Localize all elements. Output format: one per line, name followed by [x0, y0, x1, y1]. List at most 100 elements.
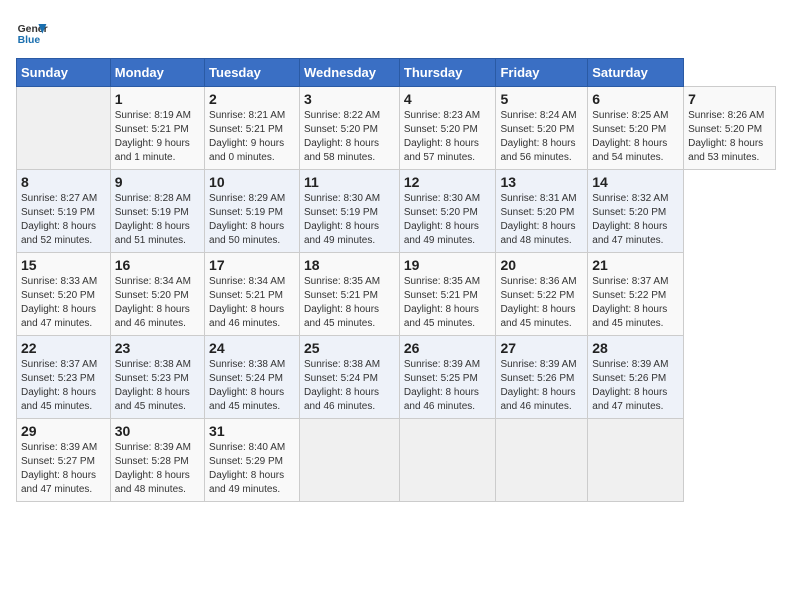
day-number: 18	[304, 257, 395, 273]
day-cell: 1 Sunrise: 8:19 AM Sunset: 5:21 PM Daylig…	[110, 87, 204, 170]
day-cell	[496, 419, 588, 502]
day-cell: 17 Sunrise: 8:34 AM Sunset: 5:21 PM Dayli…	[205, 253, 300, 336]
day-number: 5	[500, 91, 583, 107]
day-number: 10	[209, 174, 295, 190]
day-number: 26	[404, 340, 492, 356]
day-cell	[588, 419, 684, 502]
day-number: 1	[115, 91, 200, 107]
day-cell: 11 Sunrise: 8:30 AM Sunset: 5:19 PM Dayli…	[299, 170, 399, 253]
day-info: Sunrise: 8:25 AM Sunset: 5:20 PM Dayligh…	[592, 109, 679, 165]
day-cell: 23Sunrise: 8:38 AM Sunset: 5:23 PM Dayli…	[110, 336, 204, 419]
day-cell: 10 Sunrise: 8:29 AM Sunset: 5:19 PM Dayli…	[205, 170, 300, 253]
day-info: Sunrise: 8:21 AM Sunset: 5:21 PM Dayligh…	[209, 109, 295, 165]
column-header-saturday: Saturday	[588, 59, 684, 87]
day-info: Sunrise: 8:40 AM Sunset: 5:29 PM Dayligh…	[209, 441, 295, 497]
week-row-5: 29Sunrise: 8:39 AM Sunset: 5:27 PM Dayli…	[17, 419, 776, 502]
day-cell: 13Sunrise: 8:31 AM Sunset: 5:20 PM Dayli…	[496, 170, 588, 253]
day-number: 29	[21, 423, 106, 439]
day-cell: 14 Sunrise: 8:32 AM Sunset: 5:20 PM Dayli…	[588, 170, 684, 253]
day-info: Sunrise: 8:38 AM Sunset: 5:24 PM Dayligh…	[209, 358, 295, 414]
day-number: 2	[209, 91, 295, 107]
day-number: 15	[21, 257, 106, 273]
day-cell: 25Sunrise: 8:38 AM Sunset: 5:24 PM Dayli…	[299, 336, 399, 419]
day-info: Sunrise: 8:35 AM Sunset: 5:21 PM Dayligh…	[304, 275, 395, 331]
day-cell: 18 Sunrise: 8:35 AM Sunset: 5:21 PM Dayli…	[299, 253, 399, 336]
header-row: SundayMondayTuesdayWednesdayThursdayFrid…	[17, 59, 776, 87]
day-info: Sunrise: 8:35 AM Sunset: 5:21 PM Dayligh…	[404, 275, 492, 331]
day-info: Sunrise: 8:30 AM Sunset: 5:19 PM Dayligh…	[304, 192, 395, 248]
logo-icon: General Blue	[16, 16, 48, 48]
day-info: Sunrise: 8:38 AM Sunset: 5:23 PM Dayligh…	[115, 358, 200, 414]
day-info: Sunrise: 8:39 AM Sunset: 5:26 PM Dayligh…	[592, 358, 679, 414]
day-number: 31	[209, 423, 295, 439]
day-cell: 16 Sunrise: 8:34 AM Sunset: 5:20 PM Dayli…	[110, 253, 204, 336]
day-number: 17	[209, 257, 295, 273]
day-cell: 24 Sunrise: 8:38 AM Sunset: 5:24 PM Dayli…	[205, 336, 300, 419]
day-number: 9	[115, 174, 200, 190]
column-header-thursday: Thursday	[399, 59, 496, 87]
day-cell: 21Sunrise: 8:37 AM Sunset: 5:22 PM Dayli…	[588, 253, 684, 336]
day-cell: 22 Sunrise: 8:37 AM Sunset: 5:23 PM Dayli…	[17, 336, 111, 419]
day-number: 16	[115, 257, 200, 273]
day-cell	[299, 419, 399, 502]
day-cell: 30 Sunrise: 8:39 AM Sunset: 5:28 PM Dayli…	[110, 419, 204, 502]
day-number: 7	[688, 91, 771, 107]
column-header-tuesday: Tuesday	[205, 59, 300, 87]
day-info: Sunrise: 8:24 AM Sunset: 5:20 PM Dayligh…	[500, 109, 583, 165]
week-row-2: 8 Sunrise: 8:27 AM Sunset: 5:19 PM Daylig…	[17, 170, 776, 253]
day-info: Sunrise: 8:39 AM Sunset: 5:28 PM Dayligh…	[115, 441, 200, 497]
day-info: Sunrise: 8:29 AM Sunset: 5:19 PM Dayligh…	[209, 192, 295, 248]
day-number: 14	[592, 174, 679, 190]
day-info: Sunrise: 8:23 AM Sunset: 5:20 PM Dayligh…	[404, 109, 492, 165]
svg-text:Blue: Blue	[18, 35, 41, 46]
day-cell: 15 Sunrise: 8:33 AM Sunset: 5:20 PM Dayli…	[17, 253, 111, 336]
day-number: 22	[21, 340, 106, 356]
day-cell: 12 Sunrise: 8:30 AM Sunset: 5:20 PM Dayli…	[399, 170, 496, 253]
day-number: 12	[404, 174, 492, 190]
day-cell: 8 Sunrise: 8:27 AM Sunset: 5:19 PM Daylig…	[17, 170, 111, 253]
day-cell: 27Sunrise: 8:39 AM Sunset: 5:26 PM Dayli…	[496, 336, 588, 419]
calendar-table: SundayMondayTuesdayWednesdayThursdayFrid…	[16, 58, 776, 502]
day-cell: 5 Sunrise: 8:24 AM Sunset: 5:20 PM Daylig…	[496, 87, 588, 170]
day-cell: 9Sunrise: 8:28 AM Sunset: 5:19 PM Daylig…	[110, 170, 204, 253]
day-cell: 29Sunrise: 8:39 AM Sunset: 5:27 PM Dayli…	[17, 419, 111, 502]
column-header-sunday: Sunday	[17, 59, 111, 87]
day-number: 20	[500, 257, 583, 273]
day-info: Sunrise: 8:19 AM Sunset: 5:21 PM Dayligh…	[115, 109, 200, 165]
column-header-friday: Friday	[496, 59, 588, 87]
day-number: 11	[304, 174, 395, 190]
day-cell: 31 Sunrise: 8:40 AM Sunset: 5:29 PM Dayli…	[205, 419, 300, 502]
day-info: Sunrise: 8:30 AM Sunset: 5:20 PM Dayligh…	[404, 192, 492, 248]
week-row-3: 15 Sunrise: 8:33 AM Sunset: 5:20 PM Dayli…	[17, 253, 776, 336]
day-number: 4	[404, 91, 492, 107]
day-cell: 2 Sunrise: 8:21 AM Sunset: 5:21 PM Daylig…	[205, 87, 300, 170]
day-number: 6	[592, 91, 679, 107]
day-info: Sunrise: 8:37 AM Sunset: 5:23 PM Dayligh…	[21, 358, 106, 414]
week-row-1: 1 Sunrise: 8:19 AM Sunset: 5:21 PM Daylig…	[17, 87, 776, 170]
day-info: Sunrise: 8:34 AM Sunset: 5:20 PM Dayligh…	[115, 275, 200, 331]
day-cell	[399, 419, 496, 502]
column-header-wednesday: Wednesday	[299, 59, 399, 87]
logo: General Blue	[16, 16, 50, 48]
day-number: 27	[500, 340, 583, 356]
day-info: Sunrise: 8:38 AM Sunset: 5:24 PM Dayligh…	[304, 358, 395, 414]
day-number: 24	[209, 340, 295, 356]
day-info: Sunrise: 8:37 AM Sunset: 5:22 PM Dayligh…	[592, 275, 679, 331]
day-cell: 6 Sunrise: 8:25 AM Sunset: 5:20 PM Daylig…	[588, 87, 684, 170]
day-number: 8	[21, 174, 106, 190]
day-number: 30	[115, 423, 200, 439]
day-info: Sunrise: 8:26 AM Sunset: 5:20 PM Dayligh…	[688, 109, 771, 165]
week-row-4: 22 Sunrise: 8:37 AM Sunset: 5:23 PM Dayli…	[17, 336, 776, 419]
day-cell: 26 Sunrise: 8:39 AM Sunset: 5:25 PM Dayli…	[399, 336, 496, 419]
day-number: 28	[592, 340, 679, 356]
day-info: Sunrise: 8:36 AM Sunset: 5:22 PM Dayligh…	[500, 275, 583, 331]
day-info: Sunrise: 8:33 AM Sunset: 5:20 PM Dayligh…	[21, 275, 106, 331]
day-info: Sunrise: 8:39 AM Sunset: 5:25 PM Dayligh…	[404, 358, 492, 414]
day-info: Sunrise: 8:27 AM Sunset: 5:19 PM Dayligh…	[21, 192, 106, 248]
day-cell	[17, 87, 111, 170]
column-header-monday: Monday	[110, 59, 204, 87]
day-cell: 7 Sunrise: 8:26 AM Sunset: 5:20 PM Daylig…	[684, 87, 776, 170]
day-cell: 19Sunrise: 8:35 AM Sunset: 5:21 PM Dayli…	[399, 253, 496, 336]
day-info: Sunrise: 8:32 AM Sunset: 5:20 PM Dayligh…	[592, 192, 679, 248]
day-info: Sunrise: 8:34 AM Sunset: 5:21 PM Dayligh…	[209, 275, 295, 331]
